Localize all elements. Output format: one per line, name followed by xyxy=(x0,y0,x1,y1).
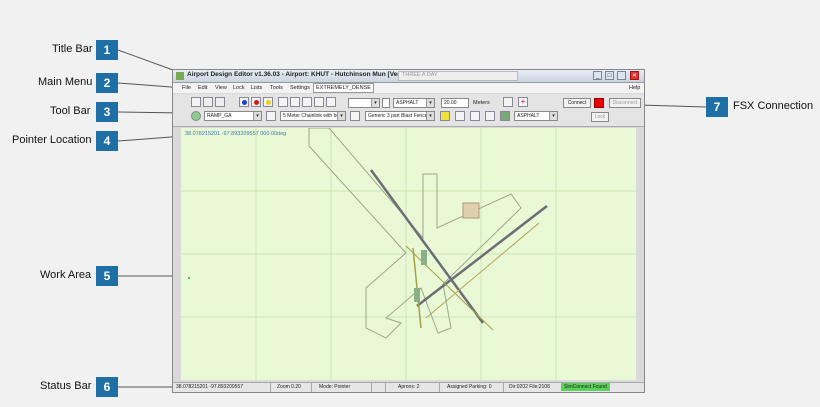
menu-help[interactable]: Help xyxy=(629,85,640,91)
menu-lists[interactable]: Lists xyxy=(251,85,262,91)
airport-boundary xyxy=(308,128,522,339)
yellow-square-tool[interactable] xyxy=(440,111,450,121)
runway-main xyxy=(369,169,485,324)
menu-lock[interactable]: Lock xyxy=(233,85,245,91)
menu-tools[interactable]: Tools xyxy=(270,85,283,91)
surface-select-2[interactable]: ASPHALT ▾ xyxy=(514,111,558,121)
title-bar: Airport Design Editor v1.36.03 - Airport… xyxy=(173,70,644,83)
app-window: Airport Design Editor v1.36.03 - Airport… xyxy=(172,69,645,393)
main-menu: File Edit View Lock Lists Tools Settings… xyxy=(173,83,644,93)
callout-number: 4 xyxy=(96,131,118,151)
callout-label: Title Bar xyxy=(52,43,93,55)
status-aprons: Aprons: 2 xyxy=(398,384,420,390)
status-coords: 38.078215201 -97.893209557 xyxy=(176,384,244,390)
status-bar: 38.078215201 -97.893209557 Zoom 0.20 Mod… xyxy=(173,382,644,392)
fence-select[interactable]: 5 Meter Chainlink with be ▾ xyxy=(280,111,346,121)
status-mode: Mode: Pointer xyxy=(319,384,351,390)
blast-fence-icon[interactable] xyxy=(350,111,360,121)
airport-map xyxy=(181,128,636,380)
callout-number: 5 xyxy=(96,266,118,286)
minimize-button[interactable]: _ xyxy=(593,71,602,80)
restore-button[interactable]: □ xyxy=(605,71,614,80)
status-dir-file: Dir:0202 File:2108 xyxy=(509,384,550,390)
menu-settings[interactable]: Settings xyxy=(290,85,310,91)
density-dropdown[interactable]: EXTREMELY_DENSE xyxy=(313,83,374,93)
apron-icon[interactable] xyxy=(191,111,201,121)
pointer-location: 38.078215201 -97.893209557 000.00deg xyxy=(185,131,287,137)
status-zoom: Zoom 0.20 xyxy=(277,384,301,390)
yellow-point-tool[interactable] xyxy=(263,97,273,107)
apron-2 xyxy=(414,288,420,302)
callout-number: 7 xyxy=(706,97,728,117)
disconnect-button[interactable]: Disconnect xyxy=(609,98,641,108)
maximize-button[interactable] xyxy=(617,71,626,80)
work-area[interactable]: 38.078215201 -97.893209557 000.00deg xyxy=(181,128,636,380)
tool-bar: ▾ ASPHALT ▾ 20.00 Meters + Connect Discon… xyxy=(173,94,644,127)
line-tool-4[interactable] xyxy=(314,97,324,107)
line-tool-1[interactable] xyxy=(278,97,288,107)
line-tool-3[interactable] xyxy=(302,97,312,107)
callout-label: Work Area xyxy=(40,269,92,281)
blue-point-tool[interactable] xyxy=(239,97,249,107)
unit-label: Meters xyxy=(473,100,490,106)
close-button[interactable]: ✕ xyxy=(630,71,639,80)
taxiway-cross-parallel xyxy=(425,222,540,319)
width-input[interactable]: 20.00 xyxy=(441,98,469,108)
surface-select[interactable]: ASPHALT ▾ xyxy=(393,98,435,108)
menu-view[interactable]: View xyxy=(215,85,227,91)
diagonal-line-tool[interactable] xyxy=(485,111,495,121)
callout-label: FSX Connection xyxy=(733,100,814,112)
simconnect-status: SimConnect Found xyxy=(561,383,610,391)
blast-fence-select[interactable]: Generic 3 part Blast Fence ▾ xyxy=(365,111,435,121)
menu-file[interactable]: File xyxy=(182,85,191,91)
undo-button[interactable] xyxy=(203,97,213,107)
callout-number: 3 xyxy=(96,102,118,122)
line-tool-5[interactable] xyxy=(326,97,336,107)
building xyxy=(462,202,480,219)
plus-icon[interactable]: + xyxy=(518,97,528,107)
line-tool-2[interactable] xyxy=(290,97,300,107)
callout-label: Status Bar xyxy=(40,380,92,392)
marker xyxy=(188,277,190,279)
app-icon xyxy=(176,72,184,80)
status-parking: Assigned Parking: 0 xyxy=(447,384,492,390)
house-icon[interactable] xyxy=(455,111,465,121)
apron-1 xyxy=(421,250,427,265)
surface-icon[interactable] xyxy=(500,111,510,121)
pointer-tool-button[interactable] xyxy=(191,97,201,107)
callout-number: 1 xyxy=(96,40,118,60)
window-title: Airport Design Editor v1.36.03 - Airport… xyxy=(187,71,408,78)
blank-dropdown[interactable]: ▾ xyxy=(348,98,380,108)
connect-button[interactable]: Connect xyxy=(563,98,591,108)
apron-type-select[interactable]: RAMP_GA ▾ xyxy=(204,111,262,121)
callout-label: Tool Bar xyxy=(50,105,91,117)
red-point-tool[interactable] xyxy=(251,97,261,107)
step-button[interactable] xyxy=(382,98,390,108)
grid-icon[interactable] xyxy=(266,111,276,121)
menu-edit[interactable]: Edit xyxy=(198,85,207,91)
pink-line-tool[interactable] xyxy=(470,111,480,121)
measure-tool[interactable] xyxy=(503,97,513,107)
callout-number: 6 xyxy=(96,377,118,397)
browser-tab[interactable]: THREE A DAY xyxy=(398,71,518,81)
callout-label: Main Menu xyxy=(38,76,93,88)
redo-button[interactable] xyxy=(215,97,225,107)
lock-button[interactable]: Lock xyxy=(591,112,609,122)
callout-number: 2 xyxy=(96,73,118,93)
connection-status-indicator xyxy=(594,98,604,108)
callout-label: Pointer Location xyxy=(12,134,92,146)
